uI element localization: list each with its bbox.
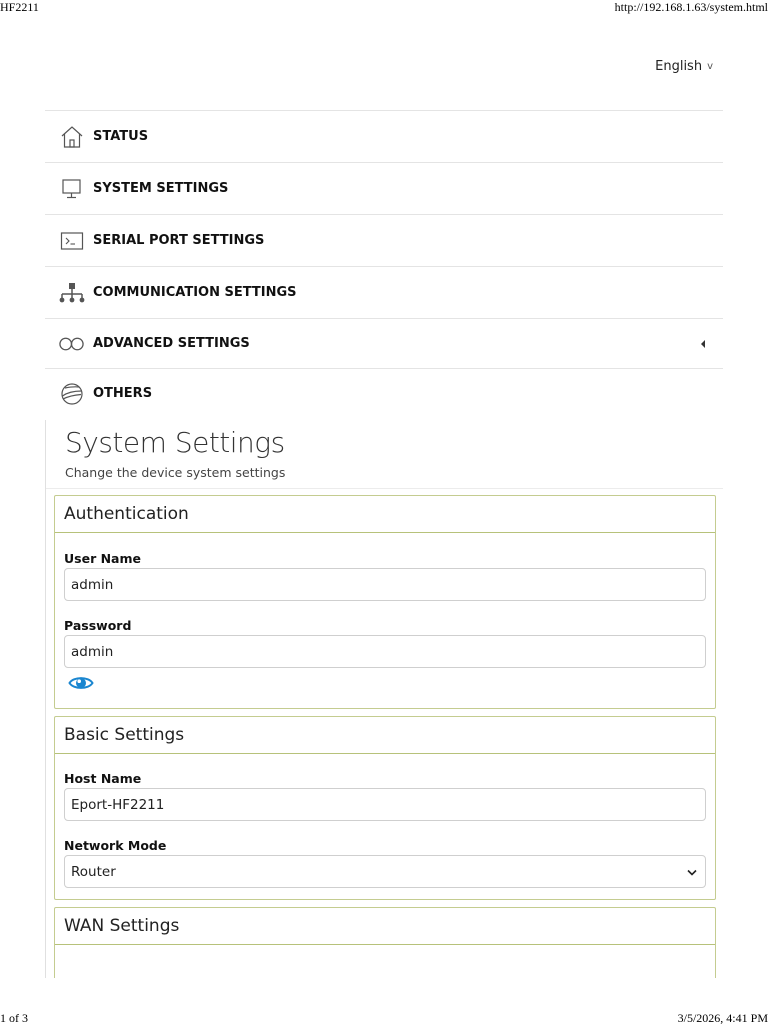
page-subtitle: Change the device system settings: [65, 465, 286, 480]
language-label: English: [655, 59, 703, 74]
nav-item-label: OTHERS: [93, 386, 153, 401]
basic-settings-panel: Basic Settings Host Name Eport-HF2211 Ne…: [54, 716, 716, 900]
nav-item-label: ADVANCED SETTINGS: [93, 336, 250, 351]
password-field[interactable]: admin: [64, 635, 706, 668]
nav-item-communication-settings[interactable]: COMMUNICATION SETTINGS: [45, 266, 723, 318]
nav-item-serial-port-settings[interactable]: SERIAL PORT SETTINGS: [45, 214, 723, 266]
hostname-label: Host Name: [64, 771, 142, 786]
globe-icon: [45, 382, 85, 406]
print-header-url: http://192.168.1.63/system.html: [614, 0, 768, 14]
print-footer-datetime: 3/5/2026, 4:41 PM: [677, 1011, 768, 1024]
nav-item-label: COMMUNICATION SETTINGS: [93, 285, 297, 300]
chevron-down-icon: v: [707, 61, 713, 72]
nav-item-label: STATUS: [93, 129, 149, 144]
panel-heading: WAN Settings: [55, 908, 715, 945]
print-footer-page: 1 of 3: [0, 1011, 28, 1024]
nav-item-system-settings[interactable]: SYSTEM SETTINGS: [45, 162, 723, 214]
panel-heading: Basic Settings: [55, 717, 715, 754]
network-mode-value: Router: [71, 863, 116, 880]
network-mode-select[interactable]: Router: [64, 855, 706, 888]
nav-item-others[interactable]: OTHERS: [45, 368, 723, 418]
monitor-icon: [45, 178, 85, 200]
authentication-panel: Authentication User Name admin Password …: [54, 495, 716, 709]
eye-icon[interactable]: [68, 674, 94, 696]
nav-item-label: SYSTEM SETTINGS: [93, 181, 229, 196]
terminal-icon: [45, 231, 85, 251]
print-header-title: HF2211: [0, 0, 39, 14]
language-selector[interactable]: English v: [655, 59, 713, 74]
hostname-field[interactable]: Eport-HF2211: [64, 788, 706, 821]
chevron-down-icon: [687, 864, 697, 880]
nav-item-advanced-settings[interactable]: ADVANCED SETTINGS: [45, 318, 723, 368]
main-nav: STATUS SYSTEM SETTINGS SERIAL PORT SETTI…: [45, 110, 723, 418]
home-icon: [45, 125, 85, 149]
username-label: User Name: [64, 551, 141, 566]
nav-item-label: SERIAL PORT SETTINGS: [93, 233, 265, 248]
nav-item-status[interactable]: STATUS: [45, 110, 723, 162]
network-mode-label: Network Mode: [64, 838, 167, 853]
page-title: System Settings: [65, 426, 285, 459]
main-content: System Settings Change the device system…: [45, 420, 723, 978]
caret-left-icon: [701, 339, 705, 348]
password-label: Password: [64, 618, 132, 633]
panel-heading: Authentication: [55, 496, 715, 533]
username-field[interactable]: admin: [64, 568, 706, 601]
network-icon: [45, 282, 85, 304]
wan-settings-panel: WAN Settings: [54, 907, 716, 978]
infinity-icon: [45, 336, 85, 352]
divider: [46, 488, 723, 489]
